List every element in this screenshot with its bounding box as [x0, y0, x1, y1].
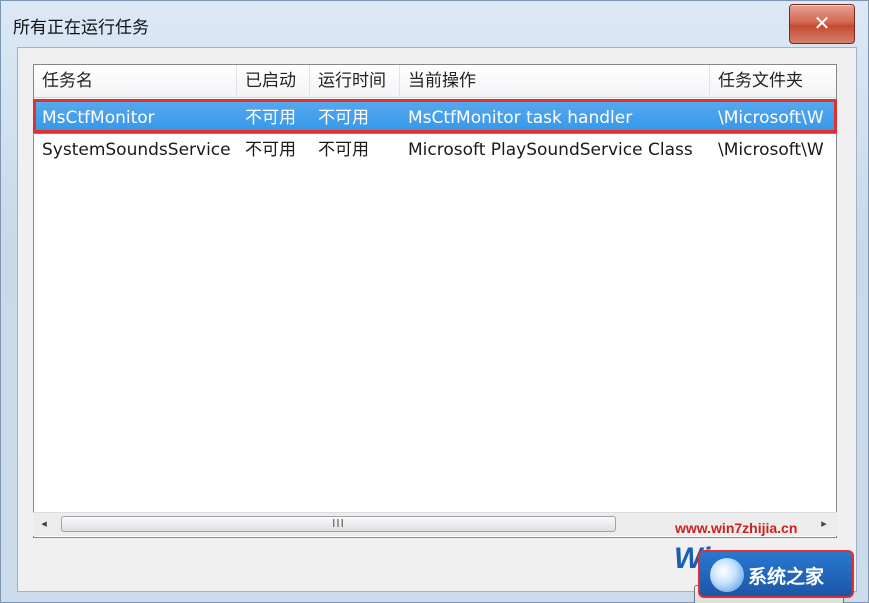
title-bar[interactable]: 所有正在运行任务 ✕	[1, 1, 868, 47]
table-row[interactable]: SystemSoundsService 不可用 不可用 Microsoft Pl…	[34, 134, 836, 166]
cell-task-folder: \Microsoft\W	[718, 140, 824, 160]
scroll-left-icon[interactable]: ◂	[33, 513, 55, 535]
scroll-right-icon[interactable]: ▸	[813, 513, 835, 535]
logo-site-name: 系统之家	[748, 566, 825, 588]
column-header-task-name[interactable]: 任务名	[34, 65, 237, 97]
watermark-logo: Win 系统之家	[672, 542, 854, 602]
logo-badge: 系统之家	[698, 550, 854, 598]
cell-current-action: MsCtfMonitor task handler	[408, 108, 633, 128]
cell-task-folder: \Microsoft\W	[718, 108, 824, 128]
table-row[interactable]: MsCtfMonitor 不可用 不可用 MsCtfMonitor task h…	[34, 102, 836, 134]
column-header-task-folder[interactable]: 任务文件夹	[710, 65, 836, 97]
close-button[interactable]: ✕	[789, 4, 855, 44]
column-header-current-action[interactable]: 当前操作	[400, 65, 710, 97]
cell-started: 不可用	[245, 140, 296, 160]
close-icon: ✕	[813, 11, 831, 35]
cell-task-name: SystemSoundsService	[42, 140, 231, 160]
column-header-runtime[interactable]: 运行时间	[310, 65, 400, 97]
cell-started: 不可用	[245, 108, 296, 128]
scroll-thumb[interactable]: III	[61, 516, 616, 532]
cell-runtime: 不可用	[318, 108, 369, 128]
window-title: 所有正在运行任务	[13, 18, 149, 38]
list-header: 任务名 已启动 运行时间 当前操作 任务文件夹	[34, 65, 836, 98]
watermark-url: www.win7zhijia.cn	[675, 520, 798, 536]
cell-task-name: MsCtfMonitor	[42, 108, 155, 128]
cell-runtime: 不可用	[318, 140, 369, 160]
column-header-started[interactable]: 已启动	[237, 65, 310, 97]
logo-globe-icon	[710, 558, 744, 592]
tasks-list[interactable]: 任务名 已启动 运行时间 当前操作 任务文件夹 MsCtfMonitor 不可用…	[33, 64, 837, 538]
cell-current-action: Microsoft PlaySoundService Class	[408, 140, 693, 160]
